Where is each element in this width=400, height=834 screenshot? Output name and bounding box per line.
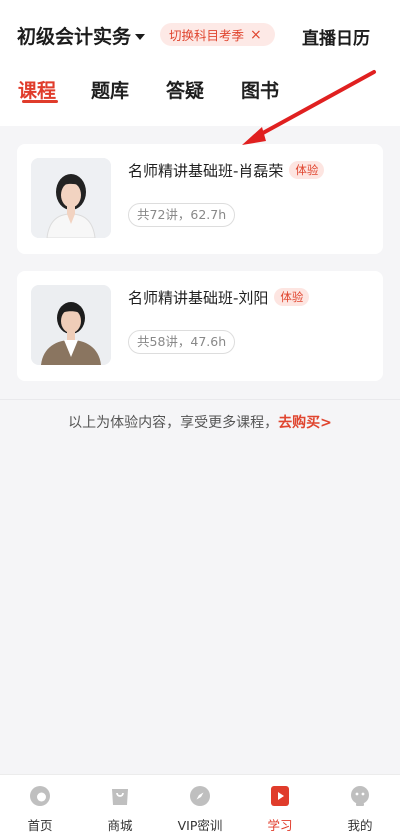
switch-subject-button[interactable]: 切换科目考季 × xyxy=(160,23,275,46)
live-calendar-link[interactable]: 直播日历 xyxy=(302,24,370,49)
tab-bar: 课程 题库 答疑 图书 xyxy=(0,64,400,126)
nav-mall[interactable]: 商城 xyxy=(80,775,160,834)
course-card[interactable]: 名师精讲基础班-肖磊荣 体验 共72讲，62.7h xyxy=(17,144,383,254)
course-meta: 共58讲，47.6h xyxy=(128,330,236,354)
nav-label: 首页 xyxy=(27,818,53,833)
close-icon[interactable]: × xyxy=(250,28,262,42)
section-divider xyxy=(0,399,400,400)
play-icon xyxy=(271,786,289,806)
course-title: 名师精讲基础班-刘阳 体验 xyxy=(128,287,310,308)
teacher-avatar xyxy=(31,285,111,365)
course-title-text: 名师精讲基础班-刘阳 xyxy=(128,289,269,307)
tab-courses[interactable]: 课程 xyxy=(18,76,56,103)
nav-vip[interactable]: VIP密训 xyxy=(160,775,240,834)
subject-selector[interactable]: 初级会计实务 xyxy=(17,22,146,49)
home-icon xyxy=(30,786,50,806)
course-meta: 共72讲，62.7h xyxy=(128,203,236,227)
trial-badge: 体验 xyxy=(289,161,325,179)
course-title-text: 名师精讲基础班-肖磊荣 xyxy=(128,162,284,180)
bottom-nav: 首页 商城 VIP密训 学习 我的 xyxy=(0,774,400,834)
nav-label: VIP密训 xyxy=(177,818,223,833)
compass-icon xyxy=(190,786,210,806)
profile-icon xyxy=(351,786,369,806)
nav-home[interactable]: 首页 xyxy=(0,775,80,834)
nav-label: 我的 xyxy=(347,818,373,833)
switch-subject-label: 切换科目考季 xyxy=(169,28,245,43)
course-title: 名师精讲基础班-肖磊荣 体验 xyxy=(128,160,325,181)
trial-badge: 体验 xyxy=(274,288,310,306)
nav-label: 商城 xyxy=(107,818,133,833)
shopping-bag-icon xyxy=(112,789,128,805)
tab-qa[interactable]: 答疑 xyxy=(166,76,204,103)
nav-study[interactable]: 学习 xyxy=(240,775,320,834)
course-card[interactable]: 名师精讲基础班-刘阳 体验 共58讲，47.6h xyxy=(17,271,383,381)
buy-link[interactable]: 去购买> xyxy=(278,415,332,431)
tab-question-bank[interactable]: 题库 xyxy=(91,76,129,103)
nav-profile[interactable]: 我的 xyxy=(320,775,400,834)
subject-label: 初级会计实务 xyxy=(17,26,132,48)
nav-label: 学习 xyxy=(267,818,293,833)
active-tab-indicator xyxy=(22,100,58,103)
teacher-avatar xyxy=(31,158,111,238)
top-header: 初级会计实务 切换科目考季 × 直播日历 xyxy=(0,0,400,64)
trial-note-text: 以上为体验内容，享受更多课程， xyxy=(68,415,279,431)
caret-down-icon xyxy=(135,33,146,40)
trial-note: 以上为体验内容，享受更多课程，去购买> xyxy=(0,412,400,432)
tab-books[interactable]: 图书 xyxy=(241,76,279,103)
